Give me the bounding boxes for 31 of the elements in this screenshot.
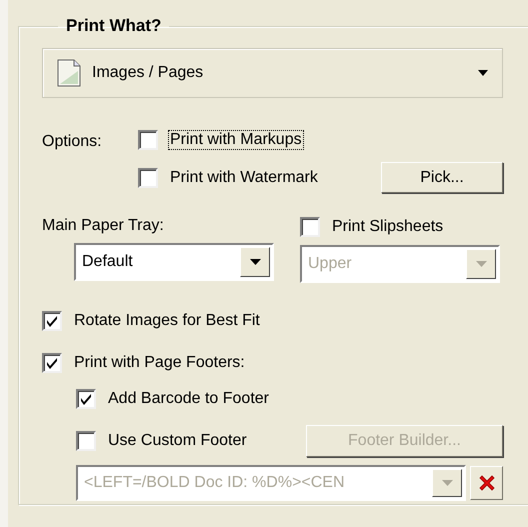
- clear-button[interactable]: [470, 466, 503, 500]
- close-icon: [478, 474, 496, 492]
- checkbox-label: Print Slipsheets: [331, 217, 444, 237]
- group-title: Print What?: [65, 16, 162, 36]
- checkmark-icon: [45, 314, 59, 328]
- checkbox-label: Print with Markups: [168, 130, 304, 150]
- options-label: Options:: [42, 132, 103, 152]
- checkbox[interactable]: [76, 389, 96, 409]
- checkbox[interactable]: [76, 431, 96, 451]
- checkbox-label: Add Barcode to Footer: [107, 389, 270, 409]
- caret-icon: [476, 261, 486, 267]
- document-icon: [57, 59, 81, 87]
- checkbox-label: Print with Page Footers:: [73, 353, 246, 373]
- checkbox[interactable]: [300, 217, 320, 237]
- pick-button[interactable]: Pick...: [381, 162, 503, 193]
- paper-tray-label: Main Paper Tray:: [42, 217, 165, 235]
- checkbox-label: Rotate Images for Best Fit: [73, 311, 261, 331]
- checkmark-icon: [79, 392, 93, 406]
- caret-icon: [250, 259, 260, 265]
- checkbox[interactable]: [138, 168, 158, 188]
- caret-icon: [478, 70, 488, 76]
- dropdown-arrow-button[interactable]: [240, 247, 270, 277]
- checkbox-label: Print with Watermark: [169, 168, 319, 188]
- paper-tray-dropdown[interactable]: Default: [74, 243, 274, 281]
- caret-icon: [442, 480, 453, 486]
- print-what-dropdown[interactable]: Images / Pages: [42, 48, 503, 98]
- checkmark-icon: [45, 356, 59, 370]
- checkbox[interactable]: [138, 130, 158, 150]
- checkbox[interactable]: [42, 311, 62, 331]
- checkbox[interactable]: [42, 353, 62, 373]
- checkbox-label: Use Custom Footer: [107, 431, 248, 451]
